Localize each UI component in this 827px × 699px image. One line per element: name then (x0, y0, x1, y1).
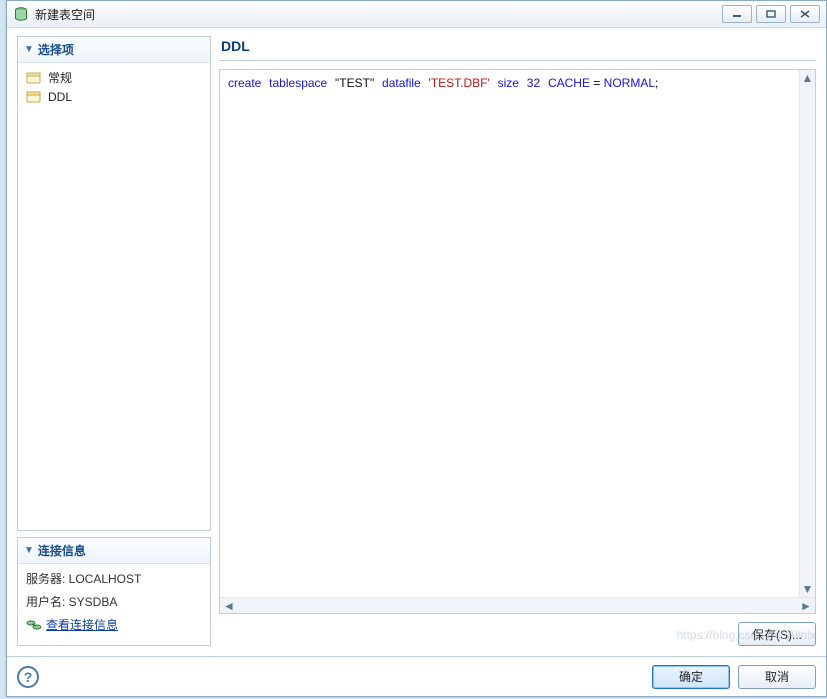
connection-panel-header[interactable]: ▼ 连接信息 (18, 538, 210, 564)
dialog-body: ▼ 选择项 常规 (7, 28, 826, 656)
save-row: 保存(S)... (219, 622, 816, 646)
tree-item-ddl[interactable]: DDL (20, 88, 208, 106)
ddl-editor[interactable]: create tablespace "TEST" datafile 'TEST.… (220, 70, 815, 597)
options-panel-title: 选择项 (38, 41, 74, 58)
scroll-left-icon: ◄ (222, 600, 236, 612)
server-label: 服务器: LOCALHOST (26, 570, 202, 587)
options-panel: ▼ 选择项 常规 (17, 36, 211, 531)
content-area: ▼ 选择项 常规 (17, 36, 816, 646)
connection-panel: ▼ 连接信息 服务器: LOCALHOST 用户名: SYSDBA 查看连接信息 (17, 537, 211, 646)
page-icon (26, 71, 42, 85)
scroll-up-icon: ▲ (801, 72, 815, 84)
options-panel-header[interactable]: ▼ 选择项 (18, 37, 210, 63)
horizontal-scrollbar[interactable]: ◄ ► (220, 597, 815, 613)
connection-link-icon (26, 617, 42, 633)
view-connection-link[interactable]: 查看连接信息 (46, 616, 118, 633)
right-pane: DDL create tablespace "TEST" datafile 'T… (219, 36, 816, 646)
dialog-window: 新建表空间 ▼ 选择项 常规 (6, 0, 827, 697)
left-pane: ▼ 选择项 常规 (17, 36, 211, 646)
user-label: 用户名: SYSDBA (26, 593, 202, 610)
save-button[interactable]: 保存(S)... (738, 622, 816, 646)
ddl-editor-wrap: create tablespace "TEST" datafile 'TEST.… (219, 69, 816, 614)
help-button[interactable]: ? (17, 666, 39, 688)
scroll-right-icon: ► (799, 600, 813, 612)
minimize-button[interactable] (722, 5, 752, 23)
twisty-icon: ▼ (24, 545, 34, 556)
connection-panel-title: 连接信息 (38, 542, 86, 559)
ok-button[interactable]: 确定 (652, 665, 730, 689)
twisty-icon: ▼ (24, 44, 34, 55)
footer: ? 确定 取消 (7, 656, 826, 696)
page-title: DDL (219, 36, 816, 61)
maximize-button[interactable] (756, 5, 786, 23)
titlebar[interactable]: 新建表空间 (7, 1, 826, 28)
window-title: 新建表空间 (35, 6, 95, 23)
connection-body: 服务器: LOCALHOST 用户名: SYSDBA 查看连接信息 (18, 564, 210, 645)
tree-item-label: DDL (48, 90, 72, 104)
options-tree: 常规 DDL (18, 63, 210, 110)
cancel-button[interactable]: 取消 (738, 665, 816, 689)
vertical-scrollbar[interactable]: ▲ ▼ (799, 70, 815, 597)
close-button[interactable] (790, 5, 820, 23)
database-icon (13, 6, 29, 22)
tree-item-general[interactable]: 常规 (20, 67, 208, 88)
view-connection-link-row: 查看连接信息 (26, 616, 202, 633)
page-icon (26, 90, 42, 104)
scroll-down-icon: ▼ (801, 583, 815, 595)
tree-item-label: 常规 (48, 69, 72, 86)
